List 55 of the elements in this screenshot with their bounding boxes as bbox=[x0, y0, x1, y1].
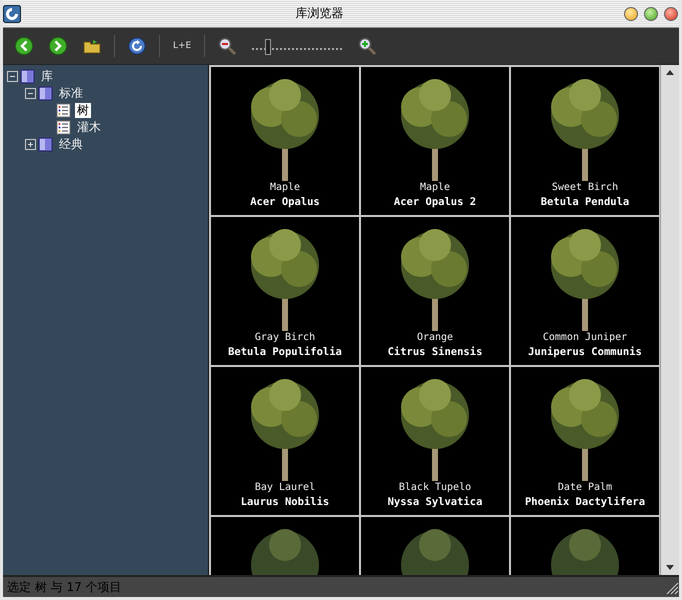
botanical-name: Betula Populifolia bbox=[228, 345, 342, 360]
library-icon bbox=[38, 86, 53, 101]
zoom-out-icon bbox=[217, 36, 238, 56]
common-name: Gray Birch bbox=[254, 331, 316, 345]
maximize-button[interactable] bbox=[644, 6, 658, 20]
tree-tile[interactable]: Black Tupelo Nyssa Sylvatica bbox=[361, 367, 509, 515]
botanical-name: Laurus Nobilis bbox=[240, 495, 330, 510]
common-name: Sweet Birch bbox=[552, 181, 618, 195]
botanical-name: Nyssa Sylvatica bbox=[388, 495, 482, 510]
status-text: 选定 树 与 17 个项目 bbox=[6, 578, 123, 596]
botanical-name: Juniperus Communis bbox=[528, 345, 642, 360]
library-icon bbox=[38, 137, 53, 152]
tree-tile[interactable]: Date Palm Phoenix Dactylifera bbox=[511, 367, 659, 515]
tree-tile[interactable]: Maple Acer Opalus bbox=[211, 67, 359, 215]
collapse-icon[interactable] bbox=[25, 88, 36, 99]
collapse-icon[interactable] bbox=[7, 71, 18, 82]
common-name: Bay Laurel bbox=[254, 481, 316, 495]
library-icon bbox=[20, 69, 35, 84]
common-name: Orange bbox=[416, 331, 454, 345]
tree-tile[interactable]: Sweet Birch Betula Pendula bbox=[511, 67, 659, 215]
forward-icon bbox=[48, 36, 68, 56]
tree-item[interactable]: 经典 bbox=[57, 137, 85, 152]
zoom-slider[interactable] bbox=[252, 37, 342, 55]
app-logo-icon bbox=[3, 4, 21, 22]
common-name: Maple bbox=[420, 181, 450, 195]
back-icon bbox=[14, 36, 34, 56]
list-icon bbox=[56, 120, 71, 135]
tree-item[interactable]: 标准 bbox=[57, 86, 85, 101]
tree-tile[interactable]: Common Juniper Juniperus Communis bbox=[511, 217, 659, 365]
botanical-name: Acer Opalus 2 bbox=[394, 195, 476, 210]
expand-icon[interactable] bbox=[25, 139, 36, 150]
zoom-in-icon bbox=[357, 36, 378, 56]
tree-tile[interactable]: Orange Citrus Sinensis bbox=[361, 217, 509, 365]
tree-item[interactable]: 库 bbox=[39, 69, 55, 84]
minimize-button[interactable] bbox=[624, 6, 638, 20]
list-icon bbox=[56, 103, 71, 118]
botanical-name: Citrus Sinensis bbox=[388, 345, 482, 360]
tree-tile[interactable]: Gray Birch Betula Populifolia bbox=[211, 217, 359, 365]
common-name: Date Palm bbox=[558, 481, 612, 495]
botanical-name: Phoenix Dactylifera bbox=[524, 495, 646, 510]
common-name: Black Tupelo bbox=[398, 481, 472, 495]
tree-tile[interactable]: Bay Laurel Laurus Nobilis bbox=[211, 367, 359, 515]
slider-thumb[interactable] bbox=[265, 39, 272, 55]
tree-item[interactable]: 灌木 bbox=[75, 120, 103, 135]
refresh-icon bbox=[127, 36, 147, 56]
window-title: 库浏览器 bbox=[294, 5, 344, 22]
scrollbar[interactable] bbox=[660, 65, 679, 575]
view-mode-button[interactable]: L+E bbox=[167, 35, 198, 57]
tree-item[interactable]: 树 bbox=[75, 103, 91, 118]
tree-tile[interactable]: Maple Acer Opalus 2 bbox=[361, 67, 509, 215]
common-name: Maple bbox=[270, 181, 300, 195]
botanical-name: Acer Opalus bbox=[250, 195, 320, 210]
close-button[interactable] bbox=[664, 6, 678, 20]
botanical-name: Betula Pendula bbox=[540, 195, 630, 210]
common-name: Common Juniper bbox=[542, 331, 628, 345]
